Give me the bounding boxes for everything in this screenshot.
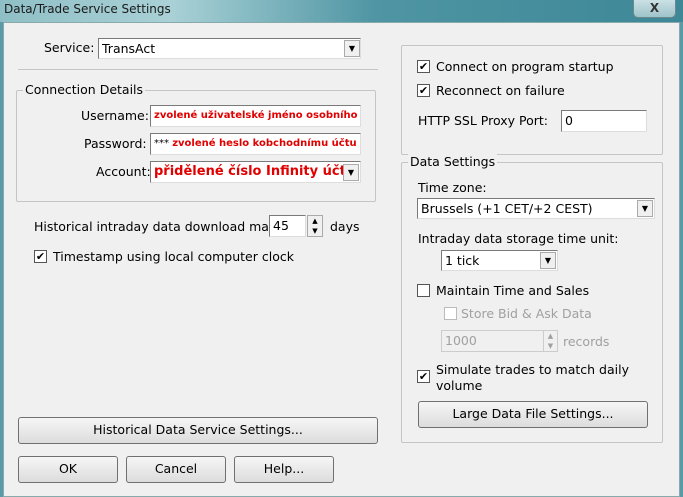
account-label: Account: <box>96 164 151 179</box>
connect-startup-checkbox[interactable]: ✔ <box>417 60 430 73</box>
chevron-down-icon[interactable]: ▼ <box>540 252 556 269</box>
close-button[interactable]: X <box>633 0 676 18</box>
account-value: přidělené číslo Infinity účtu <box>154 164 356 179</box>
large-data-file-settings-button[interactable]: Large Data File Settings... <box>418 401 648 428</box>
ok-button[interactable]: OK <box>18 456 118 483</box>
password-mask: *** <box>154 138 169 149</box>
username-value: zvolené uživatelské jméno osobního účtu <box>154 110 360 121</box>
store-bid-ask-label: Store Bid & Ask Data <box>461 306 592 321</box>
historical-data-settings-button[interactable]: Historical Data Service Settings... <box>18 417 378 444</box>
proxy-port-input[interactable]: 0 <box>561 110 647 132</box>
reconnect-checkbox[interactable]: ✔ <box>417 84 430 97</box>
service-value: TransAct <box>102 41 156 56</box>
days-label: days <box>330 219 360 234</box>
chevron-down-icon[interactable]: ▼ <box>344 40 360 57</box>
time-unit-label: Intraday data storage time unit: <box>418 231 619 246</box>
proxy-port-label: HTTP SSL Proxy Port: <box>418 113 548 128</box>
records-stepper[interactable]: ▲ ▼ <box>543 330 558 352</box>
account-select[interactable]: přidělené číslo Infinity účtu <box>150 161 361 183</box>
reconnect-label: Reconnect on failure <box>436 83 565 98</box>
service-label: Service: <box>44 40 95 55</box>
time-unit-value: 1 tick <box>445 253 480 268</box>
password-value: zvolené heslo kobchodnímu účtu <box>172 138 357 149</box>
timestamp-checkbox[interactable]: ✔ <box>34 250 47 263</box>
service-select[interactable]: TransAct <box>98 38 361 59</box>
proxy-port-value: 0 <box>565 113 573 128</box>
timezone-value: Brussels (+1 CET/+2 CEST) <box>421 201 593 216</box>
password-label: Password: <box>84 136 147 151</box>
historical-days-input[interactable]: 45 <box>269 215 306 237</box>
historical-label: Historical intraday data download max: <box>34 219 281 234</box>
help-button[interactable]: Help... <box>234 456 334 483</box>
timestamp-label: Timestamp using local computer clock <box>53 249 294 264</box>
divider <box>18 69 378 70</box>
dialog-body: Service: TransAct ▼ Connection Details U… <box>3 22 680 497</box>
password-input[interactable]: *** zvolené heslo kobchodnímu účtu <box>150 133 361 155</box>
simulate-trades-label: Simulate trades to match daily volume <box>436 362 629 393</box>
username-label: Username: <box>81 108 149 123</box>
title-bar: Data/Trade Service Settings X <box>0 0 683 22</box>
timezone-select[interactable]: Brussels (+1 CET/+2 CEST) <box>417 198 655 219</box>
maintain-time-sales-checkbox[interactable] <box>417 284 430 297</box>
historical-stepper[interactable]: ▲ ▼ <box>307 215 323 237</box>
connect-startup-label: Connect on program startup <box>436 59 614 74</box>
chevron-down-icon[interactable]: ▼ <box>343 164 359 181</box>
username-input[interactable]: zvolené uživatelské jméno osobního účtu <box>150 105 361 127</box>
chevron-down-icon[interactable]: ▼ <box>637 200 653 217</box>
records-input[interactable]: 1000 <box>441 330 544 352</box>
simulate-trades-checkbox[interactable]: ✔ <box>417 370 430 383</box>
window-title: Data/Trade Service Settings <box>4 2 171 16</box>
cancel-button[interactable]: Cancel <box>126 456 226 483</box>
records-value: 1000 <box>445 333 477 348</box>
group-title: Data Settings <box>408 154 498 169</box>
records-label: records <box>563 334 610 349</box>
group-title: Connection Details <box>23 82 146 97</box>
timezone-label: Time zone: <box>418 180 487 195</box>
store-bid-ask-checkbox[interactable] <box>444 307 457 320</box>
maintain-time-sales-label: Maintain Time and Sales <box>436 283 590 298</box>
historical-value: 45 <box>273 218 289 233</box>
